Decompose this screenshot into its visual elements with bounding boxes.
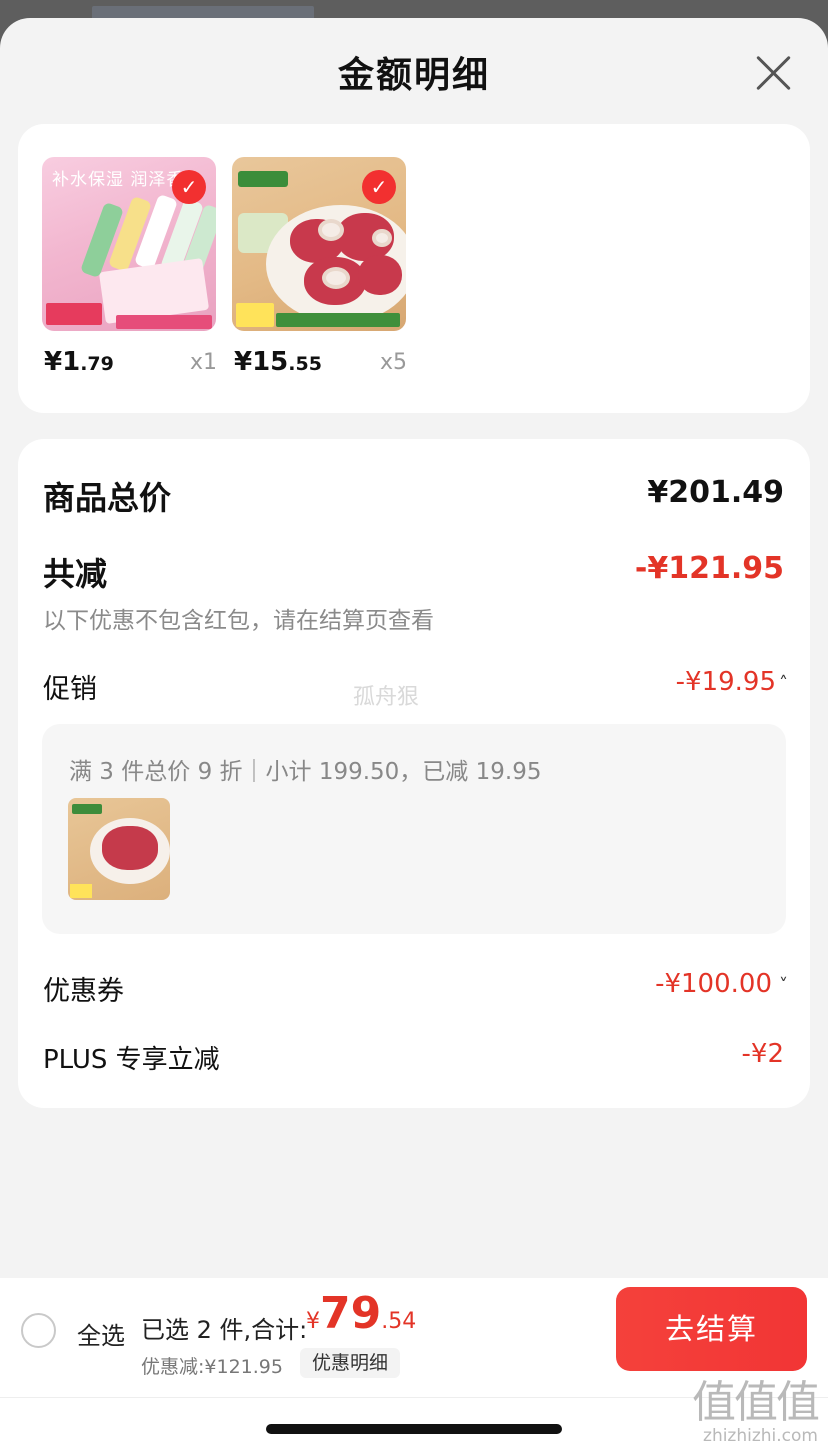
watermark-text: 孤舟狠 — [353, 685, 420, 710]
select-all-label[interactable]: 全选 — [77, 1316, 125, 1351]
selected-products-card: 补水保湿 润泽香 ✓ ¥1.79 x1 ✓ ¥15.55 x5 — [18, 124, 810, 413]
amount-detail-sheet: 金额明细 补水保湿 润泽香 ✓ ¥1.79 x1 ✓ ¥15.55 x5 商品总… — [0, 18, 828, 1452]
promotion-value: -¥19.95 — [675, 667, 776, 697]
plus-discount-value: -¥2 — [741, 1039, 784, 1069]
product-quantity: x5 — [379, 350, 407, 375]
coupon-value: -¥100.00 — [655, 969, 772, 999]
selected-check-icon[interactable]: ✓ — [362, 170, 396, 204]
promotion-detail-text: 满 3 件总价 9 折｜小计 199.50，已减 19.95 — [69, 759, 542, 785]
site-watermark-logo: 值值值 zhizhizhi.com — [692, 1377, 820, 1446]
product-image-beef[interactable]: ✓ — [232, 157, 406, 331]
promotion-product-image[interactable] — [68, 798, 170, 900]
product-item[interactable]: 补水保湿 润泽香 ✓ ¥1.79 x1 — [42, 157, 217, 377]
promotion-label: 促销 — [43, 674, 97, 705]
selected-check-icon[interactable]: ✓ — [172, 170, 206, 204]
select-all-radio[interactable] — [21, 1313, 56, 1348]
reduction-note: 以下优惠不包含红包，请在结算页查看 — [43, 608, 434, 634]
goods-total-row: 商品总价 ¥201.49 — [43, 473, 784, 517]
checkout-bar: 全选 已选 2 件,合计: ¥79.54 优惠减:¥121.95 优惠明细 去结… — [0, 1278, 828, 1452]
coupon-row[interactable]: 优惠券 -¥100.00 ˅ — [43, 969, 788, 1007]
discount-detail-button[interactable]: 优惠明细 — [300, 1348, 401, 1378]
goods-total-label: 商品总价 — [43, 479, 172, 517]
plus-discount-row: PLUS 专享立减 -¥2 — [43, 1039, 784, 1075]
product-image-text: 补水保湿 润泽香 — [52, 170, 185, 190]
close-icon[interactable] — [754, 52, 794, 92]
promotion-detail-box: 满 3 件总价 9 折｜小计 199.50，已减 19.95 — [42, 724, 786, 934]
checkout-button[interactable]: 去结算 — [616, 1287, 807, 1371]
chevron-down-icon[interactable]: ˅ — [779, 975, 788, 996]
total-reduction-row: 共减 -¥121.95 — [43, 549, 784, 593]
chevron-up-icon[interactable]: ˄ — [779, 673, 788, 694]
product-quantity: x1 — [189, 350, 217, 375]
plus-discount-label: PLUS 专享立减 — [43, 1045, 220, 1075]
home-indicator[interactable] — [266, 1424, 562, 1434]
sheet-header: 金额明细 — [0, 18, 828, 123]
checkout-total: ¥79.54 — [306, 1288, 417, 1339]
total-reduction-value: -¥121.95 — [634, 551, 784, 586]
coupon-label: 优惠券 — [43, 976, 124, 1007]
product-price: ¥15.55 — [234, 347, 322, 377]
sheet-title: 金额明细 — [337, 55, 490, 96]
product-image-hand-cream[interactable]: 补水保湿 润泽香 ✓ — [42, 157, 216, 331]
product-item[interactable]: ✓ ¥15.55 x5 — [232, 157, 407, 377]
selected-count-text: 已选 2 件,合计: — [141, 1316, 308, 1344]
goods-total-value: ¥201.49 — [647, 475, 784, 510]
product-price: ¥1.79 — [44, 347, 114, 377]
price-summary-card: 商品总价 ¥201.49 共减 -¥121.95 以下优惠不包含红包，请在结算页… — [18, 439, 810, 1108]
total-reduction-label: 共减 — [43, 555, 108, 593]
discount-summary: 优惠减:¥121.95 — [141, 1356, 283, 1378]
